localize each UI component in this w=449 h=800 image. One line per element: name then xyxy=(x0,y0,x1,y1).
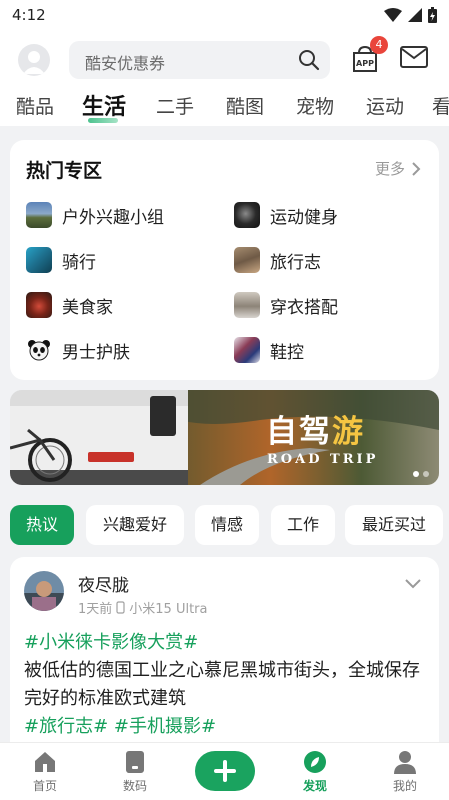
post-device: 小米15 Ultra xyxy=(129,602,208,617)
tab-kan[interactable]: 看 xyxy=(432,92,449,119)
feed-post[interactable]: 夜尽胧 1天前 小米15 Ultra #小米徕卡影像大赏# 被低估的德国工业之心… xyxy=(10,557,439,757)
hot-item-outfit[interactable]: 穿衣搭配 xyxy=(234,291,338,319)
banner-title: 自驾游 xyxy=(266,414,365,450)
app-store-button[interactable]: APP 4 xyxy=(350,36,388,74)
category-tabs: 酷品 生活 二手 酷图 宠物 运动 看 xyxy=(0,86,449,126)
message-button[interactable] xyxy=(400,46,430,72)
status-bar: 4:12 xyxy=(0,0,449,32)
outdoor-thumb-icon xyxy=(26,202,52,228)
post-time: 1天前 xyxy=(78,602,113,617)
chevron-down-icon[interactable] xyxy=(405,579,421,589)
pager-dot xyxy=(423,471,429,477)
hot-item-label: 运动健身 xyxy=(270,207,338,228)
topic-chips: 热议 兴趣爱好 情感 工作 最近买过 xyxy=(10,505,449,545)
road-trip-banner[interactable]: 自驾游 ROAD TRIP xyxy=(10,390,439,485)
hot-item-label: 穿衣搭配 xyxy=(270,297,338,318)
tab-shenghuo[interactable]: 生活 xyxy=(82,89,126,121)
hot-item-label: 户外兴趣小组 xyxy=(62,207,164,228)
hot-item-label: 鞋控 xyxy=(270,342,304,363)
chip-work[interactable]: 工作 xyxy=(271,505,335,545)
user-avatar-icon xyxy=(23,51,45,74)
chip-recently-bought[interactable]: 最近买过 xyxy=(345,505,443,545)
skincare-thumb-icon xyxy=(26,337,52,363)
svg-text:APP: APP xyxy=(356,59,374,68)
post-topic-tag[interactable]: #手机摄影# xyxy=(114,716,216,737)
outfit-thumb-icon xyxy=(234,292,260,318)
tab-yundong[interactable]: 运动 xyxy=(366,92,404,119)
pager-dot xyxy=(413,471,419,477)
notification-badge: 4 xyxy=(370,36,388,54)
post-meta: 1天前 小米15 Ultra xyxy=(78,598,208,617)
nav-label: 我的 xyxy=(392,779,417,793)
nav-me[interactable]: 我的 xyxy=(375,749,435,794)
more-link[interactable]: 更多 xyxy=(375,158,421,179)
hot-zone-card: 热门专区 更多 户外兴趣小组 运动健身 骑行 旅行志 美食家 穿衣搭配 男士护肤… xyxy=(10,140,439,380)
hot-zone-title: 热门专区 xyxy=(26,160,103,182)
bottom-navigation: 首页 数码 发现 我的 xyxy=(0,742,449,800)
active-tab-indicator xyxy=(88,118,118,123)
hot-item-sneakers[interactable]: 鞋控 xyxy=(234,336,304,364)
hot-item-label: 美食家 xyxy=(62,297,113,318)
nav-home[interactable]: 首页 xyxy=(15,749,75,794)
hot-item-cycling[interactable]: 骑行 xyxy=(26,246,96,274)
search-icon[interactable] xyxy=(298,49,320,71)
wifi-icon xyxy=(384,8,402,22)
author-avatar-image xyxy=(24,571,64,611)
tab-ershou[interactable]: 二手 xyxy=(156,92,194,119)
hot-item-label: 男士护肤 xyxy=(62,342,130,363)
mail-icon xyxy=(400,46,428,68)
signal-icon xyxy=(408,8,422,22)
phone-icon xyxy=(116,601,125,614)
search-placeholder: 酷安优惠券 xyxy=(85,54,166,73)
search-bar[interactable]: 酷安优惠券 xyxy=(69,41,330,79)
hot-item-label: 旅行志 xyxy=(270,252,321,273)
post-text: 被低估的德国工业之心慕尼黑城市街头，全城保存完好的标准欧式建筑 xyxy=(24,660,420,709)
plus-icon xyxy=(214,760,236,782)
compass-icon xyxy=(304,751,326,773)
fitness-thumb-icon xyxy=(234,202,260,228)
hot-item-fitness[interactable]: 运动健身 xyxy=(234,201,338,229)
hot-item-skincare[interactable]: 男士护肤 xyxy=(26,336,130,364)
system-icons xyxy=(384,7,437,23)
top-bar: 酷安优惠券 APP 4 xyxy=(0,32,449,90)
panda-icon xyxy=(28,340,50,361)
nav-digital[interactable]: 数码 xyxy=(105,749,165,794)
cycling-thumb-icon xyxy=(26,247,52,273)
food-thumb-icon xyxy=(26,292,52,318)
nav-label: 首页 xyxy=(32,779,57,793)
hot-item-label: 骑行 xyxy=(62,252,96,273)
chip-hot[interactable]: 热议 xyxy=(10,505,74,545)
author-avatar[interactable] xyxy=(24,571,64,611)
sneakers-thumb-icon xyxy=(234,337,260,363)
create-post-button[interactable] xyxy=(195,751,255,791)
status-time: 4:12 xyxy=(12,6,46,24)
tab-chongwu[interactable]: 宠物 xyxy=(296,92,334,119)
phone-device-icon xyxy=(126,751,144,773)
banner-pager xyxy=(413,471,429,477)
banner-photo xyxy=(10,390,439,485)
more-label: 更多 xyxy=(374,160,405,178)
nav-discover[interactable]: 发现 xyxy=(285,749,345,794)
nav-label: 数码 xyxy=(122,779,147,793)
profile-icon xyxy=(394,751,416,774)
banner-subtitle: ROAD TRIP xyxy=(267,452,379,467)
home-icon xyxy=(35,752,55,772)
hot-item-travel[interactable]: 旅行志 xyxy=(234,246,321,274)
author-name[interactable]: 夜尽胧 xyxy=(78,571,129,596)
hot-item-outdoor[interactable]: 户外兴趣小组 xyxy=(26,201,164,229)
chip-interests[interactable]: 兴趣爱好 xyxy=(86,505,184,545)
hot-item-food[interactable]: 美食家 xyxy=(26,291,113,319)
tab-kupin[interactable]: 酷品 xyxy=(16,92,54,119)
travel-thumb-icon xyxy=(234,247,260,273)
tab-kutu[interactable]: 酷图 xyxy=(226,92,264,119)
post-topic-tag[interactable]: #旅行志# xyxy=(24,716,108,737)
post-topic-tag[interactable]: #小米徕卡影像大赏# xyxy=(24,632,198,653)
post-body: #小米徕卡影像大赏# 被低估的德国工业之心慕尼黑城市街头，全城保存完好的标准欧式… xyxy=(24,629,428,741)
battery-icon xyxy=(428,7,437,23)
chip-emotion[interactable]: 情感 xyxy=(195,505,259,545)
nav-label: 发现 xyxy=(302,779,327,793)
my-avatar[interactable] xyxy=(18,44,50,76)
chevron-right-icon xyxy=(412,161,421,176)
